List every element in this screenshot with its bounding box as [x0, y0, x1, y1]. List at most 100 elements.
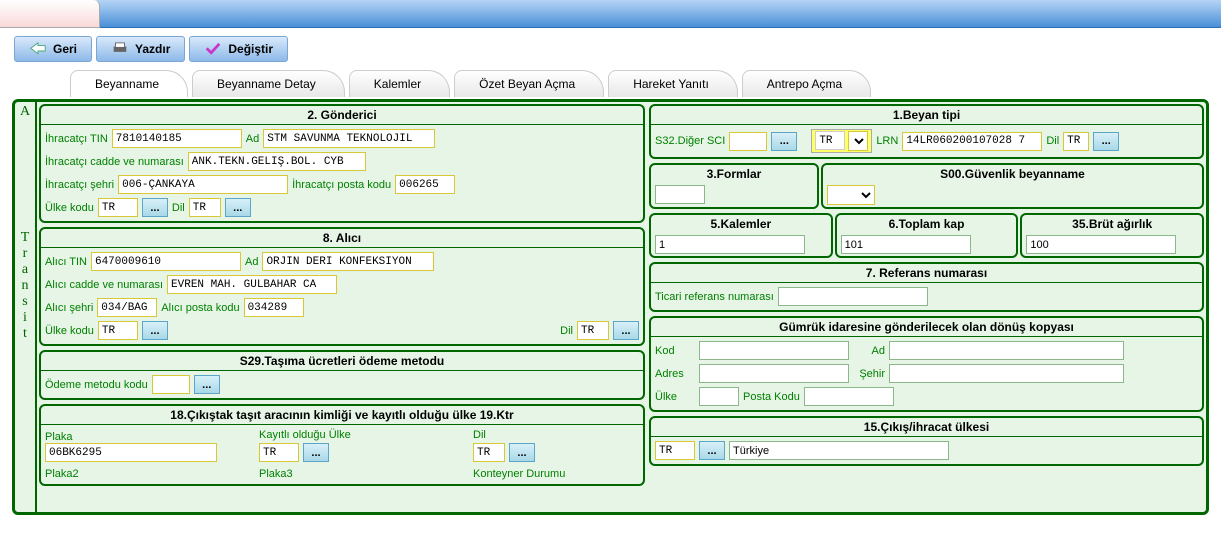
cikis-ad-input[interactable] [729, 441, 949, 460]
donus-posta-input[interactable] [804, 387, 894, 406]
alici-posta-input[interactable] [244, 298, 304, 317]
dil-label: Dil [172, 202, 185, 214]
donus-sehir-label: Şehir [853, 368, 885, 380]
section-s29: S29.Taşıma ücretleri ödeme metodu Ödeme … [39, 350, 645, 400]
change-label: Değiştir [228, 42, 273, 56]
ihracatci-tin-input[interactable] [112, 129, 242, 148]
s00-select[interactable] [827, 185, 875, 205]
s32-lookup-button[interactable]: ... [771, 132, 797, 151]
beyan-dil-lookup-button[interactable]: ... [1093, 132, 1119, 151]
brut-title: 35.Brüt ağırlık [1022, 215, 1202, 233]
ref-label: Ticari referans numarası [655, 291, 774, 303]
alici-cadde-input[interactable] [167, 275, 337, 294]
tab-beyanname[interactable]: Beyanname [70, 70, 188, 97]
ihracatci-ulke-input[interactable] [98, 198, 138, 217]
donus-ulke-input[interactable] [699, 387, 739, 406]
tin-label: İhracatçı TIN [45, 133, 108, 145]
s00-title: S00.Güvenlik beyanname [823, 165, 1202, 183]
kayitli-ulke-lookup-button[interactable]: ... [303, 443, 329, 462]
formlar-title: 3.Formlar [651, 165, 817, 183]
ref-title: 7. Referans numarası [651, 264, 1202, 283]
alici-sehir-input[interactable] [97, 298, 157, 317]
alici-tin-label: Alıcı TIN [45, 256, 87, 268]
plaka-label: Plaka [45, 431, 255, 443]
beyan-tr-input[interactable] [815, 131, 845, 150]
section-kalemler: 5.Kalemler [649, 213, 833, 258]
alici-sehir-label: Alıcı şehri [45, 302, 93, 314]
alici-dil-input[interactable] [577, 321, 609, 340]
arrow-left-icon [29, 42, 47, 56]
kalemler-input[interactable] [655, 235, 805, 254]
section-kap: 6.Toplam kap [835, 213, 1019, 258]
odeme-lookup-button[interactable]: ... [194, 375, 220, 394]
section-beyan-tipi: 1.Beyan tipi S32.Diğer SCI ... LRN Di [649, 104, 1204, 159]
ref-input[interactable] [778, 287, 928, 306]
ihracatci-sehir-input[interactable] [118, 175, 288, 194]
cikis-ulke-input[interactable] [655, 441, 695, 460]
tabbar: Beyanname Beyanname Detay Kalemler Özet … [0, 70, 1221, 97]
alici-ulke-input[interactable] [98, 321, 138, 340]
kayitli-ulke-label: Kayıtlı olduğu Ülke [259, 429, 469, 441]
toolbar: Geri Yazdır Değiştir [0, 28, 1221, 70]
section-brut: 35.Brüt ağırlık [1020, 213, 1204, 258]
tab-hareket-yaniti[interactable]: Hareket Yanıtı [608, 70, 738, 97]
formlar-input[interactable] [655, 185, 705, 204]
tab-ozet-beyan[interactable]: Özet Beyan Açma [454, 70, 604, 97]
donus-posta-label: Posta Kodu [743, 391, 800, 403]
change-button[interactable]: Değiştir [189, 36, 288, 62]
donus-ad-input[interactable] [889, 341, 1124, 360]
konteyner-label: Konteyner Durumu [473, 468, 565, 480]
beyan-dil-input[interactable] [1063, 132, 1089, 151]
section-cikis: 15.Çıkış/ihracat ülkesi ... [649, 416, 1204, 466]
ihracatci-ad-input[interactable] [263, 129, 435, 148]
gonderici-title: 2. Gönderici [41, 106, 643, 125]
print-button[interactable]: Yazdır [96, 36, 185, 62]
section-18: 18.Çıkıştak taşıt aracının kimliği ve ka… [39, 404, 645, 486]
plaka3-label: Plaka3 [259, 468, 293, 480]
kayitli-ulke-input[interactable] [259, 443, 299, 462]
plaka2-label: Plaka2 [45, 468, 79, 480]
s18-dil-lookup-button[interactable]: ... [509, 443, 535, 462]
alici-tin-input[interactable] [91, 252, 241, 271]
beyan-tr-group [811, 129, 872, 153]
donus-ulke-label: Ülke [655, 391, 695, 403]
ihracatci-cadde-input[interactable] [188, 152, 366, 171]
cadde-label: İhracatçı cadde ve numarası [45, 156, 184, 168]
donus-adres-input[interactable] [699, 364, 849, 383]
kap-title: 6.Toplam kap [837, 215, 1017, 233]
s18-title: 18.Çıkıştak taşıt aracının kimliği ve ka… [41, 406, 643, 425]
dil-lookup-button[interactable]: ... [225, 198, 251, 217]
alici-title: 8. Alıcı [41, 229, 643, 248]
plaka-input[interactable] [45, 443, 217, 462]
tab-kalemler[interactable]: Kalemler [349, 70, 450, 97]
alici-dil-lookup-button[interactable]: ... [613, 321, 639, 340]
beyan-tr-select[interactable] [848, 131, 868, 151]
cikis-lookup-button[interactable]: ... [699, 441, 725, 460]
vertical-label: A T r a n s i t [15, 102, 37, 512]
form-container: A T r a n s i t 2. Gönderici İhracatçı T… [12, 99, 1209, 515]
ihracatci-posta-input[interactable] [395, 175, 455, 194]
odeme-kod-input[interactable] [152, 375, 190, 394]
back-button[interactable]: Geri [14, 36, 92, 62]
lrn-input[interactable] [902, 132, 1042, 151]
alici-ulke-lookup-button[interactable]: ... [142, 321, 168, 340]
printer-icon [111, 42, 129, 56]
back-label: Geri [53, 42, 77, 56]
section-alici: 8. Alıcı Alıcı TIN Ad Alıcı cadde ve num… [39, 227, 645, 346]
tab-antrepo[interactable]: Antrepo Açma [742, 70, 871, 97]
ihracatci-dil-input[interactable] [189, 198, 221, 217]
s18-dil-input[interactable] [473, 443, 505, 462]
donus-kod-input[interactable] [699, 341, 849, 360]
donus-kod-label: Kod [655, 345, 695, 357]
s32-label: S32.Diğer SCI [655, 135, 725, 147]
ulke-lookup-button[interactable]: ... [142, 198, 168, 217]
tab-beyanname-detay[interactable]: Beyanname Detay [192, 70, 345, 97]
alici-ulke-label: Ülke kodu [45, 325, 94, 337]
alici-cadde-label: Alıcı cadde ve numarası [45, 279, 163, 291]
posta-label: İhracatçı posta kodu [292, 179, 391, 191]
kap-input[interactable] [841, 235, 971, 254]
s32-input[interactable] [729, 132, 767, 151]
brut-input[interactable] [1026, 235, 1176, 254]
donus-sehir-input[interactable] [889, 364, 1124, 383]
alici-ad-input[interactable] [262, 252, 434, 271]
